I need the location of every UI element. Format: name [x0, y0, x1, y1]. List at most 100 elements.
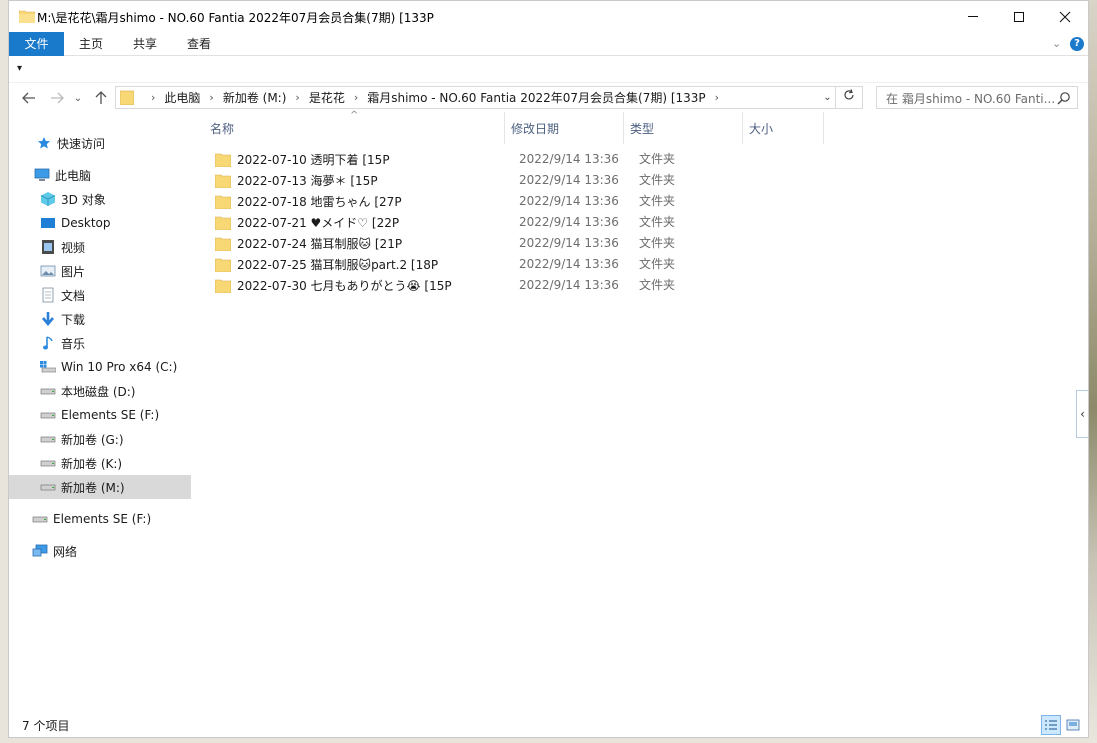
column-header-name[interactable]: 名称 — [205, 112, 505, 144]
search-input[interactable]: 在 霜月shimo - NO.60 Fanti... — [876, 86, 1078, 109]
drive-icon — [39, 479, 57, 495]
table-row[interactable]: 2022-07-13 海夢＊ [15P 2022/9/14 13:36 文件夹 — [215, 170, 815, 191]
maximize-icon — [1014, 11, 1024, 22]
tab-file[interactable]: 文件 — [9, 32, 64, 56]
table-row[interactable]: 2022-07-24 猫耳制服🐱 [21P 2022/9/14 13:36 文件… — [215, 233, 815, 254]
column-header-type[interactable]: 类型 — [625, 112, 743, 144]
breadcrumb-folder-shihuahua[interactable]: 是花花 — [309, 89, 345, 106]
search-icon — [1057, 92, 1070, 105]
column-header-size[interactable]: 大小 — [744, 112, 824, 144]
sidebar-item-label: 下载 — [61, 312, 86, 327]
column-header-date[interactable]: 修改日期 — [506, 112, 624, 144]
sidebar-item-drive-f[interactable]: Elements SE (F:) — [9, 403, 191, 427]
recent-locations-chevron-icon[interactable]: ⌄ — [71, 88, 85, 108]
sidebar-item-drive-k[interactable]: 新加卷 (K:) — [9, 451, 191, 475]
chevron-right-icon[interactable]: › — [715, 91, 719, 104]
up-button[interactable] — [91, 88, 111, 108]
table-row[interactable]: 2022-07-10 透明下着 [15P 2022/9/14 13:36 文件夹 — [215, 149, 815, 170]
search-placeholder: 在 霜月shimo - NO.60 Fanti... — [886, 92, 1054, 106]
breadcrumb-current-folder[interactable]: 霜月shimo - NO.60 Fantia 2022年07月会员合集(7期) … — [367, 89, 705, 106]
breadcrumb-this-pc[interactable]: 此电脑 — [164, 89, 200, 106]
maximize-button[interactable] — [996, 1, 1042, 32]
help-icon[interactable]: ? — [1070, 37, 1084, 51]
refresh-icon[interactable] — [838, 87, 860, 108]
sidebar-item-label: 视频 — [61, 240, 86, 255]
network-icon — [31, 543, 49, 559]
sidebar-item-label: Elements SE (F:) — [61, 408, 160, 422]
sidebar-item-pictures[interactable]: 图片 — [9, 259, 191, 283]
table-row[interactable]: 2022-07-21 ♥メイド♡ [22P 2022/9/14 13:36 文件… — [215, 212, 815, 233]
file-date: 2022/9/14 13:36 — [519, 194, 619, 208]
sidebar-item-3d-objects[interactable]: 3D 对象 — [9, 187, 191, 211]
sidebar-item-music[interactable]: 音乐 — [9, 331, 191, 355]
customize-toolbar-icon[interactable]: ▾ — [17, 63, 22, 74]
arrow-right-icon — [51, 92, 64, 104]
arrow-left-icon — [22, 92, 35, 104]
arrow-up-icon — [95, 91, 107, 104]
sidebar-item-drive-m[interactable]: 新加卷 (M:) — [9, 475, 191, 499]
breadcrumb-drive-m[interactable]: 新加卷 (M:) — [223, 89, 287, 106]
file-explorer-window: M:\是花花\霜月shimo - NO.60 Fantia 2022年07月会员… — [8, 0, 1089, 738]
folder-icon — [19, 10, 35, 23]
table-row[interactable]: 2022-07-30 七月もありがとう😭 [15P 2022/9/14 13:3… — [215, 275, 815, 296]
minimize-button[interactable] — [950, 1, 996, 32]
desktop-icon — [39, 215, 57, 231]
file-date: 2022/9/14 13:36 — [519, 257, 619, 271]
sidebar-item-quick-access[interactable]: 快速访问 — [9, 131, 191, 155]
navigation-bar: ⌄ › 此电脑 › 新加卷 (M:) › 是花花 › 霜月shimo - NO.… — [9, 84, 1088, 112]
file-type: 文件夹 — [639, 173, 676, 187]
folder-icon — [215, 237, 231, 251]
large-icons-view-button[interactable] — [1063, 715, 1083, 735]
sidebar-item-drive-d[interactable]: 本地磁盘 (D:) — [9, 379, 191, 403]
sidebar-item-label: 快速访问 — [57, 136, 106, 151]
sidebar-item-videos[interactable]: 视频 — [9, 235, 191, 259]
sidebar-item-drive-g[interactable]: 新加卷 (G:) — [9, 427, 191, 451]
large-icons-view-icon — [1066, 719, 1080, 731]
sidebar-item-drive-c[interactable]: Win 10 Pro x64 (C:) — [9, 355, 191, 379]
tab-view[interactable]: 查看 — [173, 32, 225, 56]
file-type: 文件夹 — [639, 236, 676, 250]
table-row[interactable]: 2022-07-25 猫耳制服🐱part.2 [18P 2022/9/14 13… — [215, 254, 815, 275]
sidebar-item-elements-se[interactable]: Elements SE (F:) — [9, 507, 191, 531]
sidebar-item-desktop[interactable]: Desktop — [9, 211, 191, 235]
chevron-right-icon[interactable]: › — [295, 91, 299, 104]
address-history-chevron-icon[interactable]: ⌄ — [820, 87, 836, 108]
sidebar-item-label: 3D 对象 — [61, 192, 106, 207]
file-type: 文件夹 — [639, 278, 676, 292]
tab-home[interactable]: 主页 — [65, 32, 117, 56]
system-drive-icon — [39, 359, 57, 375]
expand-ribbon-chevron-icon[interactable]: ⌄ — [1052, 38, 1064, 50]
file-name: 2022-07-21 ♥メイド♡ [22P — [237, 216, 400, 230]
sidebar-item-label: Desktop — [61, 216, 111, 230]
address-bar[interactable]: › 此电脑 › 新加卷 (M:) › 是花花 › 霜月shimo - NO.60… — [115, 86, 863, 109]
navigation-pane: 快速访问 此电脑 3D 对象 Desktop 视频 图片 文档 下载 音乐 Wi… — [9, 123, 194, 703]
file-date: 2022/9/14 13:36 — [519, 173, 619, 187]
sidebar-item-label: 音乐 — [61, 336, 86, 351]
sidebar-item-label: 新加卷 (G:) — [61, 432, 124, 447]
chevron-right-icon[interactable]: › — [354, 91, 358, 104]
file-type: 文件夹 — [639, 215, 676, 229]
details-view-icon — [1045, 720, 1057, 730]
title-bar[interactable]: M:\是花花\霜月shimo - NO.60 Fantia 2022年07月会员… — [9, 1, 1088, 32]
file-type: 文件夹 — [639, 152, 676, 166]
sidebar-item-network[interactable]: 网络 — [9, 539, 191, 563]
cube-icon — [39, 191, 57, 207]
sidebar-item-this-pc[interactable]: 此电脑 — [9, 163, 191, 187]
details-view-button[interactable] — [1041, 715, 1061, 735]
file-name: 2022-07-25 猫耳制服🐱part.2 [18P — [237, 258, 439, 272]
sidebar-item-label: 本地磁盘 (D:) — [61, 384, 136, 399]
chevron-right-icon[interactable]: › — [209, 91, 213, 104]
folder-icon — [215, 279, 231, 293]
table-row[interactable]: 2022-07-18 地雷ちゃん [27P 2022/9/14 13:36 文件… — [215, 191, 815, 212]
file-date: 2022/9/14 13:36 — [519, 236, 619, 250]
forward-button[interactable] — [47, 88, 67, 108]
file-type: 文件夹 — [639, 194, 676, 208]
sidebar-item-label: 文档 — [61, 288, 86, 303]
sidebar-item-downloads[interactable]: 下载 — [9, 307, 191, 331]
chevron-right-icon: › — [151, 91, 156, 104]
preview-pane-collapse-chevron-icon[interactable]: ‹ — [1076, 390, 1088, 438]
back-button[interactable] — [19, 88, 39, 108]
tab-share[interactable]: 共享 — [119, 32, 171, 56]
close-button[interactable] — [1042, 1, 1088, 32]
sidebar-item-documents[interactable]: 文档 — [9, 283, 191, 307]
